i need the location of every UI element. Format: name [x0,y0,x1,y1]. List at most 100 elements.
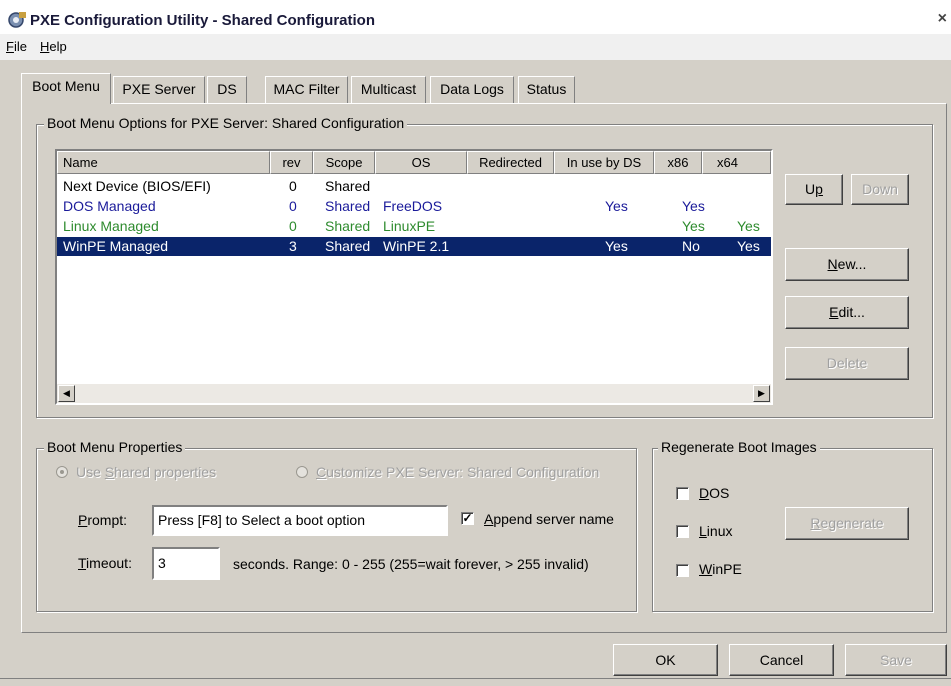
scroll-right-icon[interactable]: ▶ [753,385,770,402]
regenerate-button[interactable]: Regenerate [785,507,909,540]
dos-checkbox[interactable] [676,487,689,500]
winpe-label: WinPE [699,561,742,577]
tab-boot-menu[interactable]: Boot Menu [21,73,111,104]
prompt-label: Prompt: [78,512,127,528]
title-bar: PXE Configuration Utility - Shared Confi… [0,8,951,34]
prompt-rest: rompt: [87,512,128,528]
menu-help[interactable]: Help [40,39,67,54]
footer-divider [0,678,951,679]
dos-mnemonic: D [699,485,710,501]
tab-pxe-server[interactable]: PXE Server [113,76,205,103]
radio-shared-properties[interactable] [56,466,68,478]
col-rev-header[interactable]: rev [270,151,313,174]
cell-scope: Shared [325,238,371,254]
col-redirected-header[interactable]: Redirected [467,151,554,174]
new-label-mnemonic: N [827,256,838,272]
horizontal-scrollbar[interactable]: ◀ ▶ [57,384,771,403]
list-item[interactable]: Next Device (BIOS/EFI) 0 Shared [57,177,771,196]
timeout-input[interactable]: 3 [152,547,220,580]
up-label-mnemonic: p [815,181,823,197]
col-scope-header[interactable]: Scope [313,151,375,174]
edit-button[interactable]: Edit... [785,296,909,329]
cell-in-use: Yes [605,238,628,254]
up-button[interactable]: Up [785,174,843,205]
tab-ds[interactable]: DS [207,76,247,103]
cell-x86: Yes [682,198,705,214]
cell-in-use: Yes [605,198,628,214]
col-name-header[interactable]: Name [57,151,270,174]
radio-customize-pxe[interactable] [296,466,308,478]
linux-checkbox[interactable] [676,525,689,538]
tab-mac-filter[interactable]: MAC Filter [265,76,348,103]
cell-scope: Shared [325,198,371,214]
delete-button[interactable]: Delete [785,347,909,380]
radio-shared-mnemonic: S [104,464,115,480]
boot-menu-options-label: Boot Menu Options for PXE Server: Shared… [44,115,408,131]
linux-rest: inux [706,523,733,539]
timeout-label: Timeout: [78,555,132,571]
timeout-mnemonic: T [78,555,87,571]
radio-shared-pre: Use [76,464,105,480]
radio-custom-rest: ustomize PXE Server: Shared Configuratio… [326,464,600,480]
regenerate-boot-images-label: Regenerate Boot Images [658,439,820,455]
list-item[interactable]: Linux Managed 0 Shared LinuxPE Yes Yes [57,217,771,236]
save-button[interactable]: Save [845,644,947,676]
col-os-header[interactable]: OS [375,151,467,174]
cell-x86: No [682,238,700,254]
cell-rev: 3 [289,238,297,254]
dos-label: DOS [699,485,729,501]
list-item[interactable]: WinPE Managed 3 Shared WinPE 2.1 Yes No Yes [57,237,771,256]
linux-label: Linux [699,523,732,539]
tab-status[interactable]: Status [518,76,575,103]
scroll-left-icon[interactable]: ◀ [58,385,75,402]
tab-data-logs[interactable]: Data Logs [430,76,514,103]
new-button[interactable]: New... [785,248,909,281]
menu-file-rest: ile [13,39,27,54]
cell-name: Linux Managed [63,218,159,234]
cell-os: FreeDOS [383,198,443,214]
prompt-input[interactable]: Press [F8] to Select a boot option [152,505,448,536]
cancel-button[interactable]: Cancel [729,644,834,676]
radio-shared-dot [60,470,64,474]
winpe-rest: inPE [712,561,742,577]
menu-file[interactable]: File [6,39,27,54]
cell-rev: 0 [289,198,297,214]
col-x64-header[interactable]: x64 [702,151,771,174]
prompt-mnemonic: P [78,512,88,528]
new-label-rest: ew... [837,256,867,272]
dos-rest: OS [709,485,730,501]
radio-custom-mnemonic: C [316,464,327,480]
col-x86-header[interactable]: x86 [654,151,702,174]
timeout-hint: seconds. Range: 0 - 255 (255=wait foreve… [233,556,589,572]
timeout-rest: imeout: [86,555,132,571]
append-server-name-checkbox[interactable]: ✓ [461,512,474,525]
winpe-mnemonic: W [699,561,713,577]
col-in-use-header[interactable]: In use by DS [554,151,654,174]
ok-button[interactable]: OK [613,644,718,676]
cell-rev: 0 [289,218,297,234]
linux-mnemonic: L [699,523,707,539]
winpe-checkbox[interactable] [676,564,689,577]
regenerate-rest: egenerate [820,515,884,531]
menu-help-rest: elp [49,39,67,54]
cell-os: LinuxPE [383,218,436,234]
boot-menu-properties-label: Boot Menu Properties [44,439,186,455]
list-item[interactable]: DOS Managed 0 Shared FreeDOS Yes Yes [57,197,771,216]
radio-customize-label: Customize PXE Server: Shared Configurati… [316,464,599,480]
menu-file-mnemonic: F [6,39,14,54]
down-button[interactable]: Down [851,174,909,205]
boot-menu-list[interactable]: Name rev Scope OS Redirected In use by D… [55,149,773,405]
window-title: PXE Configuration Utility - Shared Confi… [30,12,375,29]
append-server-name-label: Append server name [484,511,614,527]
regenerate-mnemonic: R [810,515,821,531]
cell-x64: Yes [737,218,760,234]
append-mnemonic: A [484,511,494,527]
main-window: PXE Configuration Utility - Shared Confi… [0,8,951,686]
cell-name: WinPE Managed [63,238,169,254]
cell-name: Next Device (BIOS/EFI) [63,178,211,194]
append-rest: ppend server name [493,511,614,527]
cell-scope: Shared [325,178,371,194]
close-icon[interactable]: × [938,10,947,28]
menu-help-mnemonic: H [40,39,50,54]
tab-multicast[interactable]: Multicast [351,76,426,103]
